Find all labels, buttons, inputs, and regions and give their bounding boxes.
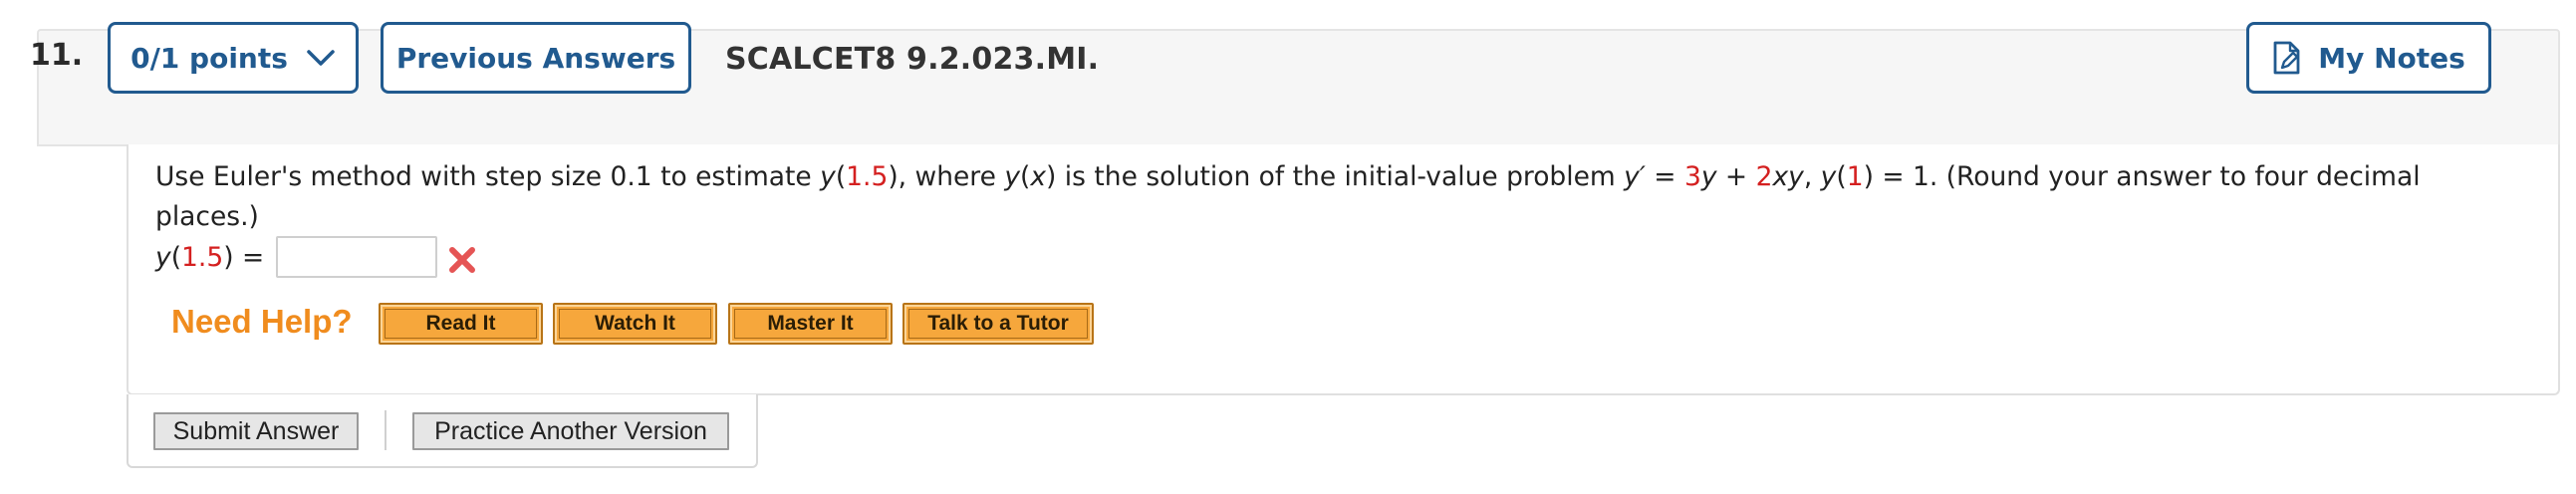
watch-it-button[interactable]: Watch It [553, 303, 717, 345]
chevron-down-icon [306, 48, 336, 68]
answer-input[interactable] [276, 236, 438, 278]
my-notes-label: My Notes [2318, 41, 2465, 75]
practice-another-version-button[interactable]: Practice Another Version [412, 412, 729, 450]
points-label: 0/1 points [130, 41, 288, 75]
question-number: 11. [30, 38, 84, 73]
answer-row: y(1.5) = [155, 235, 477, 279]
previous-answers-button[interactable]: Previous Answers [381, 22, 691, 94]
question-prompt: Use Euler's method with step size 0.1 to… [155, 161, 2421, 232]
x-mark-icon [447, 245, 477, 275]
need-help-label: Need Help? [171, 303, 353, 340]
master-it-button[interactable]: Master It [728, 303, 893, 345]
previous-answers-label: Previous Answers [395, 41, 676, 75]
button-divider [385, 410, 386, 450]
points-dropdown-button[interactable]: 0/1 points [108, 22, 359, 94]
talk-to-tutor-button[interactable]: Talk to a Tutor [902, 303, 1094, 345]
my-notes-button[interactable]: My Notes [2246, 22, 2491, 94]
note-edit-icon [2272, 41, 2302, 75]
question-code: SCALCET8 9.2.023.MI. [725, 42, 1100, 77]
answer-label: y(1.5) = [155, 241, 265, 273]
submit-answer-button[interactable]: Submit Answer [153, 412, 359, 450]
read-it-button[interactable]: Read It [379, 303, 543, 345]
